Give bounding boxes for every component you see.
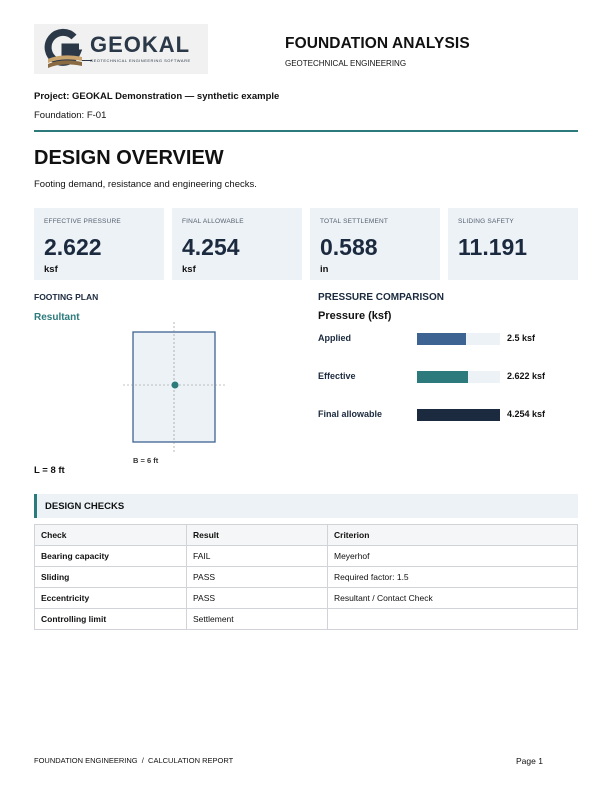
header-divider <box>34 130 578 132</box>
company-logo: GEOKAL GEOTECHNICAL ENGINEERING SOFTWARE <box>34 24 208 74</box>
design-checks-banner: DESIGN CHECKS <box>34 494 578 518</box>
check-criterion: Resultant / Contact Check <box>327 587 578 609</box>
metric-value: 4.254 <box>182 234 240 260</box>
column-header-result: Result <box>186 524 328 546</box>
bar-value-final-allowable: 4.254 ksf <box>507 409 546 419</box>
bar-label-final-allowable: Final allowable <box>318 409 383 419</box>
bar-value-effective: 2.622 ksf <box>507 371 546 381</box>
metric-value: 2.622 <box>44 234 102 260</box>
design-checks-table: Check Result Criterion Bearing capacity … <box>34 524 578 630</box>
bar-track-applied <box>417 333 500 345</box>
pressure-comparison-heading: PRESSURE COMPARISON <box>318 292 444 303</box>
bar-final-allowable <box>417 409 500 421</box>
metric-label: EFFECTIVE PRESSURE <box>44 218 121 225</box>
check-name: Controlling limit <box>34 608 187 630</box>
check-criterion: Meyerhof <box>327 545 578 567</box>
bar-applied <box>417 333 466 345</box>
metric-value: 0.588 <box>320 234 378 260</box>
metric-label: FINAL ALLOWABLE <box>182 218 244 225</box>
bar-value-applied: 2.5 ksf <box>507 333 536 343</box>
table-header-row: Check Result Criterion <box>34 524 578 546</box>
check-name: Sliding <box>34 566 187 588</box>
pressure-chart-title: Pressure (ksf) <box>318 310 392 322</box>
footing-length-label: L = 8 ft <box>34 465 65 476</box>
section-title: DESIGN OVERVIEW <box>34 147 224 169</box>
footing-width-label: B = 6 ft <box>133 456 159 465</box>
check-criterion <box>327 608 578 630</box>
report-subtitle: GEOTECHNICAL ENGINEERING <box>285 59 407 68</box>
footer-report-label: FOUNDATION ENGINEERING / CALCULATION REP… <box>34 756 234 765</box>
footing-plan-heading: FOOTING PLAN <box>34 292 99 302</box>
geokal-logo-mark-icon <box>44 28 83 68</box>
metric-label: TOTAL SETTLEMENT <box>320 218 389 225</box>
column-header-check: Check <box>34 524 187 546</box>
check-name: Eccentricity <box>34 587 187 609</box>
bar-label-applied: Applied <box>318 333 351 343</box>
metric-value: 11.191 <box>458 234 528 260</box>
page-number: Page 1 <box>516 756 543 766</box>
report-title: FOUNDATION ANALYSIS <box>285 35 470 52</box>
table-row: Eccentricity PASS Resultant / Contact Ch… <box>34 587 578 609</box>
check-name: Bearing capacity <box>34 545 187 567</box>
metric-unit: ksf <box>182 264 196 275</box>
metric-label: SLIDING SAFETY <box>458 218 514 225</box>
bar-track-final-allowable <box>417 409 500 421</box>
logo-tagline: GEOTECHNICAL ENGINEERING SOFTWARE <box>90 58 191 63</box>
section-description: Footing demand, resistance and engineeri… <box>34 179 257 190</box>
bar-effective <box>417 371 468 383</box>
metric-card-sliding-safety: SLIDING SAFETY 11.191 <box>448 208 578 280</box>
metric-unit: in <box>320 264 329 275</box>
bar-label-effective: Effective <box>318 371 356 381</box>
resultant-point <box>171 381 179 389</box>
metric-card-total-settlement: TOTAL SETTLEMENT 0.588 in <box>310 208 440 280</box>
metric-unit: ksf <box>44 264 58 275</box>
column-header-criterion: Criterion <box>327 524 578 546</box>
foundation-line: Foundation: F-01 <box>34 110 107 121</box>
check-result: FAIL <box>186 545 328 567</box>
table-row: Bearing capacity FAIL Meyerhof <box>34 545 578 567</box>
footing-plan-diagram <box>123 322 225 452</box>
table-row: Controlling limit Settlement <box>34 608 578 630</box>
logo-wordmark: GEOKAL <box>90 32 191 57</box>
bar-track-effective <box>417 371 500 383</box>
metric-card-effective-pressure: EFFECTIVE PRESSURE 2.622 ksf <box>34 208 164 280</box>
check-result: PASS <box>186 587 328 609</box>
metric-card-final-allowable: FINAL ALLOWABLE 4.254 ksf <box>172 208 302 280</box>
design-checks-title: DESIGN CHECKS <box>45 501 125 512</box>
check-criterion: Required factor: 1.5 <box>327 566 578 588</box>
check-result: PASS <box>186 566 328 588</box>
table-row: Sliding PASS Required factor: 1.5 <box>34 566 578 588</box>
check-result: Settlement <box>186 608 328 630</box>
project-line: Project: GEOKAL Demonstration — syntheti… <box>34 91 280 102</box>
resultant-label: Resultant <box>34 312 80 323</box>
